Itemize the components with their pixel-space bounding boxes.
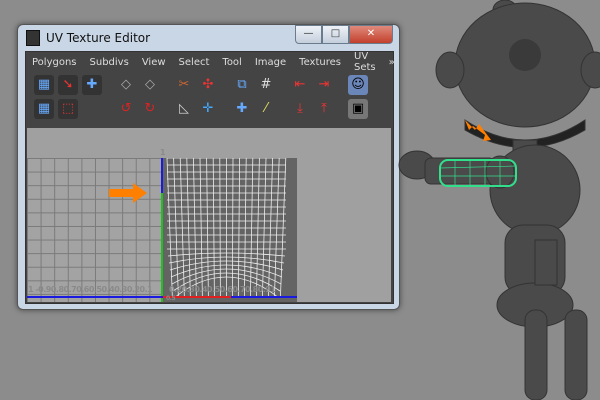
menu-bar: Polygons Subdivs View Select Tool Image …: [26, 51, 395, 73]
warp-uv-icon[interactable]: ▦: [34, 99, 54, 119]
menu-overflow[interactable]: »: [389, 57, 395, 68]
character-model: [398, 0, 600, 400]
relax-icon[interactable]: ✚: [232, 99, 252, 119]
axis-right-labels: 0.20.30.40.50.60.70.80.91: [169, 285, 276, 294]
menu-polygons[interactable]: Polygons: [32, 57, 77, 68]
menu-uv-sets[interactable]: UV Sets: [354, 51, 376, 73]
v-axis-line: [161, 193, 163, 302]
shaded-uv-icon[interactable]: ▣: [348, 99, 368, 119]
rotate-cw-icon[interactable]: ↻: [140, 99, 160, 119]
sew-uv-icon[interactable]: ✣: [198, 75, 218, 95]
uv-texture-editor-window: UV Texture Editor — □ ✕ Polygons Subdivs…: [17, 24, 400, 310]
align-right-icon[interactable]: ⇥: [314, 75, 334, 95]
axis-top-label: 1: [160, 148, 166, 157]
uv-viewport[interactable]: 1 1 -0.90.80.70.60.50.40.30.20.1 0.20.30…: [27, 128, 391, 302]
grid-uv-icon[interactable]: ▦: [34, 75, 54, 95]
flip-v-icon[interactable]: ◇: [140, 75, 160, 95]
u-axis-border: [27, 296, 297, 298]
snap-uv-icon[interactable]: ✚: [82, 75, 102, 95]
axis-left-labels: 1 -0.90.80.70.60.50.40.30.20.1: [28, 285, 153, 294]
straighten-icon[interactable]: ◺: [174, 99, 194, 119]
window-title: UV Texture Editor: [46, 31, 151, 45]
layout-icon[interactable]: #: [256, 75, 276, 95]
editor-client: Polygons Subdivs View Select Tool Image …: [25, 51, 395, 304]
align-bottom-icon[interactable]: ⤓: [290, 99, 310, 119]
maya-app-icon: [26, 30, 40, 46]
toolbar: ▦ ➘ ✚ ▦ ⬚ ◇ ◇ ↺ ↻ ✂ ✣ ◺ ✛ ⧉ # ✚ ⁄ ⇤ ⇥ ⤓ …: [26, 72, 393, 124]
menu-view[interactable]: View: [142, 57, 166, 68]
rotate-ccw-icon[interactable]: ↺: [116, 99, 136, 119]
unfold-icon[interactable]: ⧉: [232, 75, 252, 95]
v-axis-border: [161, 158, 163, 193]
menu-textures[interactable]: Textures: [299, 57, 341, 68]
close-button[interactable]: ✕: [349, 25, 393, 44]
maximize-button[interactable]: □: [322, 25, 349, 44]
cut-uv-icon[interactable]: ✂: [174, 75, 194, 95]
orange-arrow-icon: [109, 183, 147, 203]
select-uv-icon[interactable]: ⬚: [58, 99, 78, 119]
display-image-icon[interactable]: ☺: [348, 75, 368, 95]
align-left-icon[interactable]: ⇤: [290, 75, 310, 95]
menu-subdivs[interactable]: Subdivs: [90, 57, 129, 68]
title-bar[interactable]: UV Texture Editor: [26, 30, 150, 46]
axis-bottom-label: 0.5: [166, 295, 176, 302]
move-uv-icon[interactable]: ➘: [58, 75, 78, 95]
menu-tool[interactable]: Tool: [222, 57, 241, 68]
uv-shell-mesh[interactable]: [165, 158, 288, 298]
normalize-icon[interactable]: ⁄: [256, 99, 276, 119]
scale-uv-icon[interactable]: ✛: [198, 99, 218, 119]
flip-u-icon[interactable]: ◇: [116, 75, 136, 95]
align-top-icon[interactable]: ⤒: [314, 99, 334, 119]
menu-image[interactable]: Image: [255, 57, 286, 68]
menu-select[interactable]: Select: [179, 57, 210, 68]
minimize-button[interactable]: —: [295, 25, 322, 44]
